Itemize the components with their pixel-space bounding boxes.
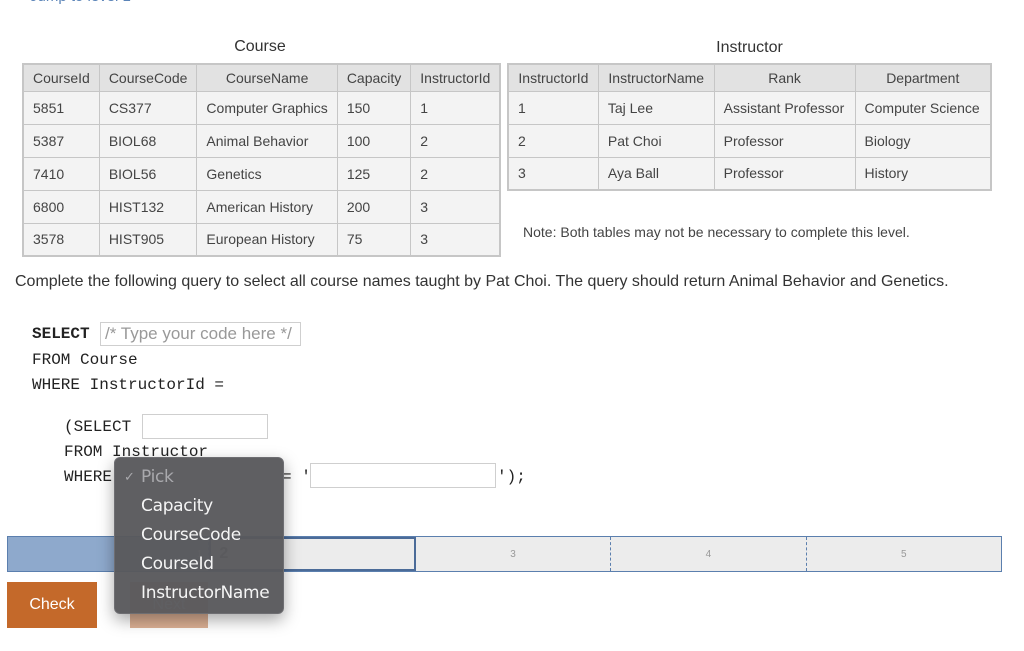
table-cell: History xyxy=(854,156,992,191)
dropdown-option-label: Capacity xyxy=(141,496,213,516)
table-cell: American History xyxy=(196,189,338,224)
level-3[interactable]: 3 xyxy=(416,537,612,571)
dropdown-option-label: InstructorName xyxy=(141,583,270,603)
column-header: InstructorId xyxy=(507,63,599,92)
table-cell: HIST132 xyxy=(98,189,198,224)
table-cell: European History xyxy=(196,222,338,257)
column-header: CourseCode xyxy=(98,63,198,92)
level-5[interactable]: 5 xyxy=(807,537,1001,571)
level-4[interactable]: 4 xyxy=(611,537,807,571)
column-header: CourseName xyxy=(196,63,338,92)
table-cell: 2 xyxy=(507,123,599,158)
instructions-text: Complete the following query to select a… xyxy=(15,273,949,290)
table-cell: 3578 xyxy=(22,222,100,257)
table-cell: 75 xyxy=(336,222,412,257)
dropdown-option-label: Pick xyxy=(141,467,174,487)
table-cell: Animal Behavior xyxy=(196,123,338,158)
code-where-line: WHERE InstructorId = xyxy=(32,376,225,394)
column-header: InstructorName xyxy=(597,63,715,92)
select-columns-input[interactable] xyxy=(100,322,301,346)
subquery-where-value-input[interactable] xyxy=(310,463,496,488)
column-header: Department xyxy=(854,63,992,92)
table-cell: Genetics xyxy=(196,156,338,191)
dropdown-option-capacity[interactable]: Capacity xyxy=(115,492,283,521)
instructor-table: InstructorId InstructorName Rank Departm… xyxy=(507,63,992,191)
table-cell: Biology xyxy=(854,123,992,158)
course-table-header-row: CourseId CourseCode CourseName Capacity … xyxy=(22,63,501,92)
column-header: InstructorId xyxy=(410,63,501,92)
dropdown-option-label: CourseCode xyxy=(141,525,241,545)
code-subquery-where: WHERE xyxy=(64,468,113,486)
dropdown-option-label: CourseId xyxy=(141,554,214,574)
table-cell: 150 xyxy=(336,90,412,125)
column-header: CourseId xyxy=(22,63,100,92)
table-cell: 3 xyxy=(410,189,501,224)
dropdown-option-instructorname[interactable]: InstructorName xyxy=(115,579,283,608)
table-cell: Pat Choi xyxy=(597,123,715,158)
table-cell: 6800 xyxy=(22,189,100,224)
note-text: Note: Both tables may not be necessary t… xyxy=(523,224,910,240)
dropdown-option-coursecode[interactable]: CourseCode xyxy=(115,521,283,550)
table-cell: 100 xyxy=(336,123,412,158)
table-cell: 2 xyxy=(410,156,501,191)
column-header: Capacity xyxy=(336,63,412,92)
instructor-table-header-row: InstructorId InstructorName Rank Departm… xyxy=(507,63,992,92)
table-cell: Computer Science xyxy=(854,90,992,125)
table-row: 6800 HIST132 American History 200 3 xyxy=(22,189,501,224)
table-cell: 2 xyxy=(410,123,501,158)
table-cell: 5387 xyxy=(22,123,100,158)
table-cell: HIST905 xyxy=(98,222,198,257)
table-cell: 3 xyxy=(410,222,501,257)
code-equals-quote: = ' xyxy=(282,468,311,486)
table-cell: Professor xyxy=(713,156,856,191)
page: Jump to level 1 Course CourseId CourseCo… xyxy=(0,0,1024,651)
table-row: 5851 CS377 Computer Graphics 150 1 xyxy=(22,90,501,125)
table-cell: Computer Graphics xyxy=(196,90,338,125)
table-cell: 5851 xyxy=(22,90,100,125)
table-cell: BIOL68 xyxy=(98,123,198,158)
dropdown-option-pick[interactable]: ✓ Pick xyxy=(115,463,283,492)
table-cell: Professor xyxy=(713,123,856,158)
table-cell: 3 xyxy=(507,156,599,191)
column-select-dropdown-menu[interactable]: ✓ Pick Capacity CourseCode CourseId Inst… xyxy=(114,457,284,614)
checkmark-icon: ✓ xyxy=(124,470,135,485)
table-cell: Aya Ball xyxy=(597,156,715,191)
jump-to-level-link[interactable]: Jump to level 1 xyxy=(30,0,131,5)
code-close-paren: '); xyxy=(497,468,526,486)
table-row: 1 Taj Lee Assistant Professor Computer S… xyxy=(507,90,992,125)
table-cell: Assistant Professor xyxy=(713,90,856,125)
table-cell: BIOL56 xyxy=(98,156,198,191)
dropdown-option-courseid[interactable]: CourseId xyxy=(115,550,283,579)
table-cell: 7410 xyxy=(22,156,100,191)
table-cell: 125 xyxy=(336,156,412,191)
table-cell: 200 xyxy=(336,189,412,224)
instructor-table-caption: Instructor xyxy=(716,39,783,56)
table-row: 3578 HIST905 European History 75 3 xyxy=(22,222,501,257)
table-cell: Taj Lee xyxy=(597,90,715,125)
check-button[interactable]: Check xyxy=(7,582,97,628)
table-cell: 1 xyxy=(507,90,599,125)
table-cell: 1 xyxy=(410,90,501,125)
course-table: CourseId CourseCode CourseName Capacity … xyxy=(22,63,502,257)
code-subquery-select: (SELECT xyxy=(64,418,132,436)
column-header: Rank xyxy=(713,63,856,92)
table-cell: CS377 xyxy=(98,90,198,125)
table-row: 7410 BIOL56 Genetics 125 2 xyxy=(22,156,501,191)
select-keyword: SELECT xyxy=(32,325,90,343)
subquery-select-input[interactable] xyxy=(142,414,268,439)
course-table-caption: Course xyxy=(234,38,286,55)
code-select-keyword: SELECT xyxy=(32,325,90,343)
table-row: 5387 BIOL68 Animal Behavior 100 2 xyxy=(22,123,501,158)
table-row: 3 Aya Ball Professor History xyxy=(507,156,992,191)
table-row: 2 Pat Choi Professor Biology xyxy=(507,123,992,158)
code-from-line: FROM Course xyxy=(32,351,138,369)
